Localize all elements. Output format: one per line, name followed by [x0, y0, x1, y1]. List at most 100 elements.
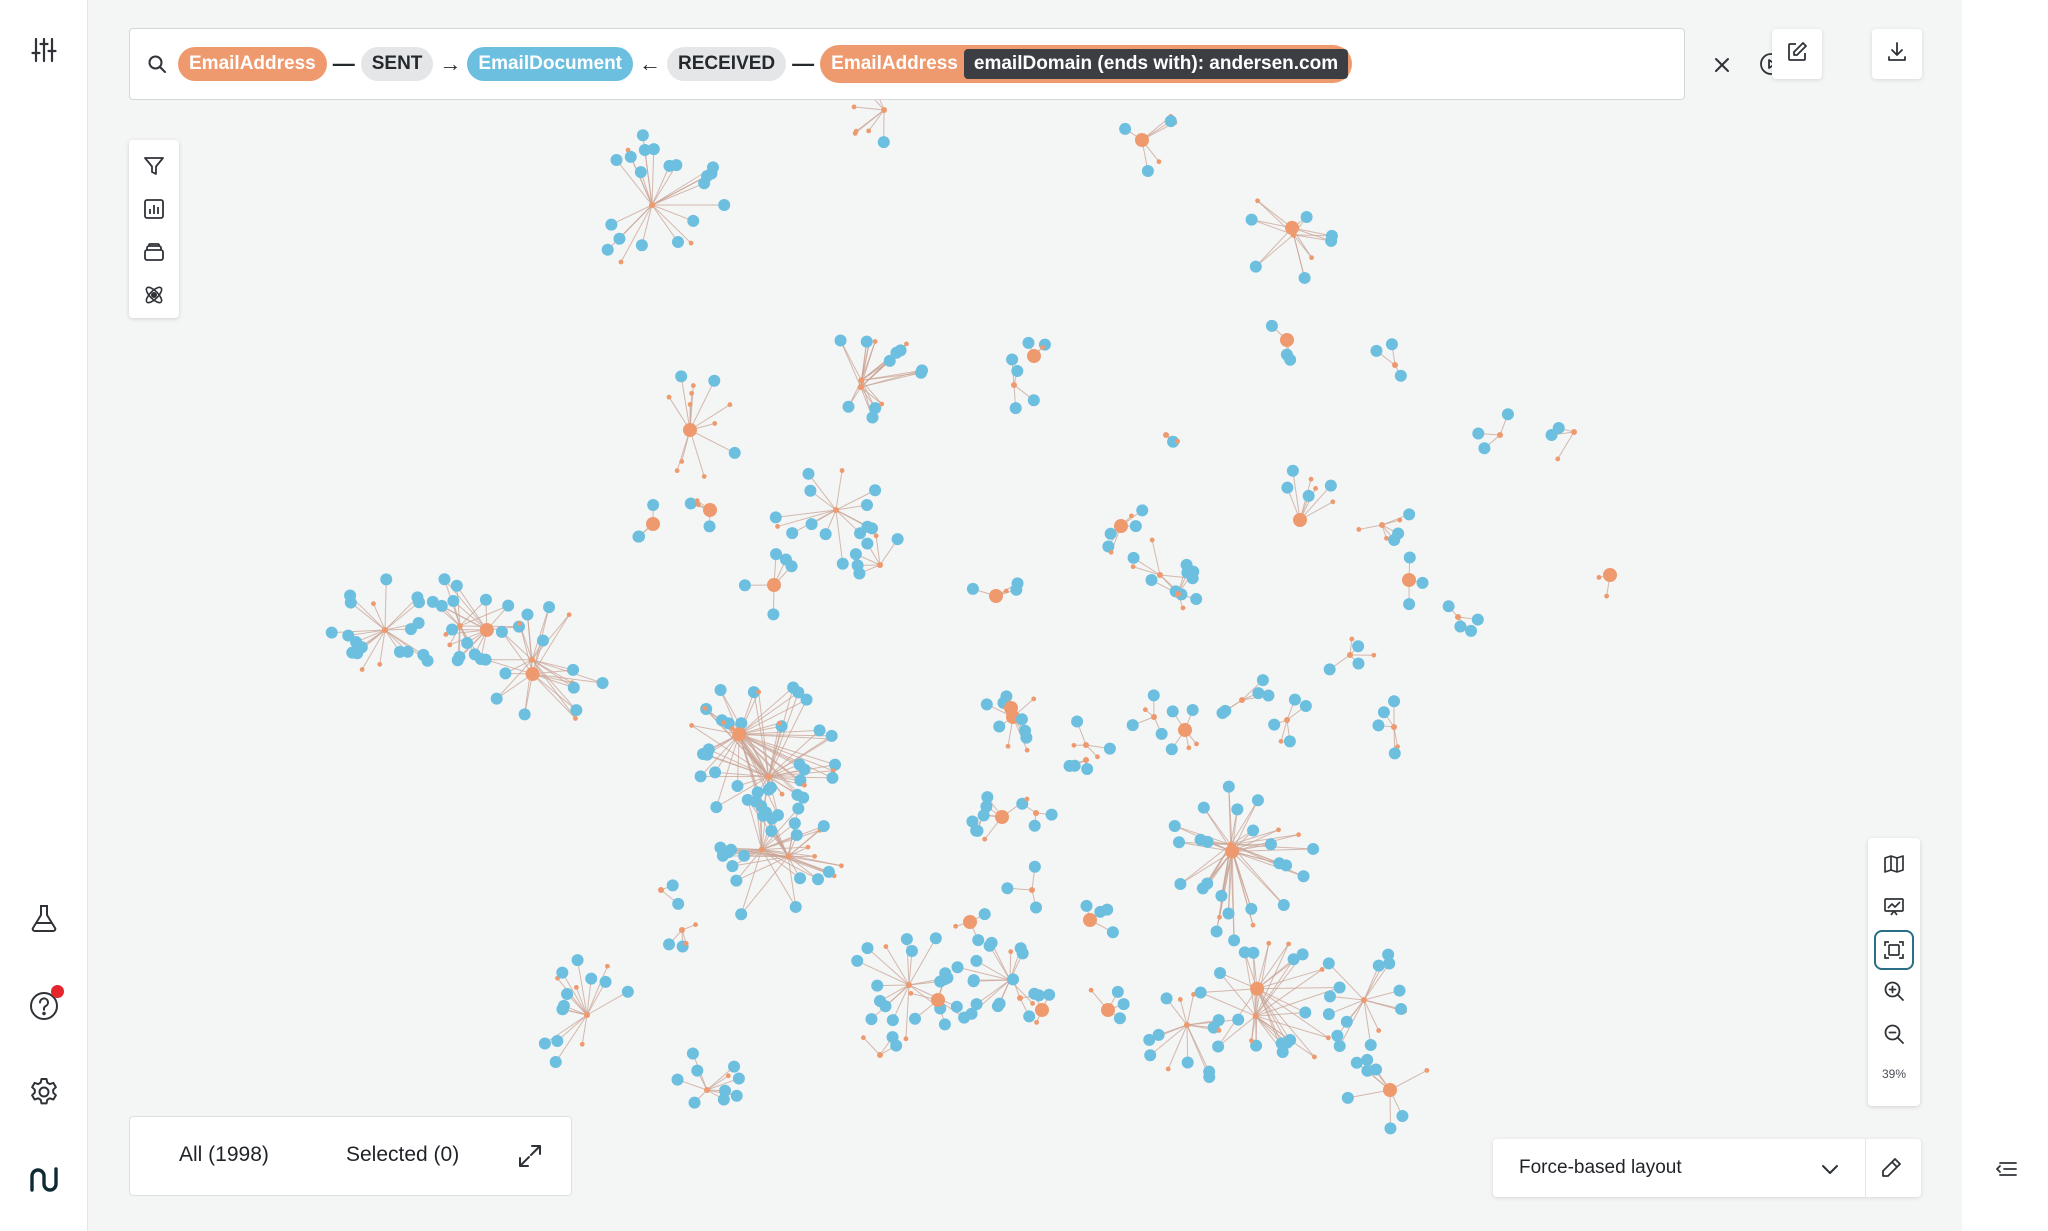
email-address-node[interactable] [1033, 810, 1039, 816]
email-address-node[interactable] [1130, 564, 1136, 570]
email-document-node[interactable] [1501, 408, 1514, 421]
email-address-node[interactable] [1165, 1066, 1171, 1072]
email-document-node[interactable] [1164, 115, 1177, 128]
layers-icon[interactable] [140, 238, 168, 266]
email-document-node[interactable] [718, 199, 731, 212]
email-address-node[interactable] [1083, 742, 1089, 748]
email-address-node[interactable] [1424, 1068, 1430, 1073]
email-document-node[interactable] [1256, 674, 1269, 687]
email-document-node[interactable] [1388, 534, 1401, 547]
email-document-node[interactable] [731, 779, 744, 792]
email-address-node[interactable] [702, 705, 708, 711]
email-document-node[interactable] [1166, 705, 1179, 718]
email-address-node[interactable] [1313, 485, 1318, 491]
email-address-node[interactable] [666, 394, 672, 400]
email-document-node[interactable] [1377, 706, 1390, 719]
email-document-node[interactable] [570, 704, 583, 717]
email-document-node[interactable] [1265, 319, 1278, 332]
email-document-node[interactable] [970, 954, 983, 967]
email-document-node[interactable] [802, 467, 815, 480]
email-address-node[interactable] [857, 384, 864, 391]
panel-toggle-icon[interactable] [1990, 1152, 2024, 1186]
email-document-node[interactable] [1297, 870, 1310, 883]
email-address-node[interactable] [1312, 1054, 1317, 1060]
email-document-node[interactable] [521, 608, 534, 621]
query-relationship-received[interactable]: RECEIVED [667, 47, 787, 81]
email-document-node[interactable] [1022, 336, 1035, 349]
email-document-node[interactable] [1136, 504, 1149, 517]
email-document-node[interactable] [624, 150, 637, 163]
email-address-node[interactable] [1347, 652, 1353, 658]
email-address-node[interactable] [1455, 614, 1461, 620]
email-address-node[interactable] [1184, 1022, 1190, 1028]
email-document-node[interactable] [730, 1089, 743, 1102]
email-document-node[interactable] [666, 879, 679, 892]
email-address-node[interactable] [688, 240, 694, 246]
email-address-node[interactable] [1175, 591, 1181, 597]
email-address-node[interactable] [1003, 588, 1009, 594]
email-document-node[interactable] [1231, 803, 1244, 816]
email-document-node[interactable] [601, 243, 614, 256]
email-address-node[interactable] [883, 944, 889, 949]
email-document-node[interactable] [874, 995, 887, 1008]
email-document-node[interactable] [1080, 899, 1093, 912]
email-document-node[interactable] [1264, 838, 1277, 851]
email-address-node[interactable] [1361, 997, 1367, 1003]
email-document-node[interactable] [991, 1000, 1004, 1013]
email-document-node[interactable] [1155, 727, 1168, 740]
expand-icon[interactable] [513, 1139, 547, 1173]
email-document-node[interactable] [610, 153, 623, 166]
email-address-node[interactable] [479, 622, 494, 637]
email-document-node[interactable] [1009, 402, 1022, 415]
email-address-node[interactable] [1280, 333, 1294, 347]
email-document-node[interactable] [826, 771, 839, 784]
query-bar[interactable]: EmailAddress — SENT → EmailDocument ← RE… [129, 28, 1782, 100]
email-document-node[interactable] [1222, 907, 1235, 920]
email-document-node[interactable] [1454, 620, 1467, 633]
email-document-node[interactable] [479, 593, 492, 606]
email-document-node[interactable] [1299, 1006, 1312, 1019]
email-document-node[interactable] [730, 874, 743, 887]
email-document-node[interactable] [1141, 164, 1154, 177]
email-document-node[interactable] [762, 783, 775, 796]
email-document-node[interactable] [1322, 1008, 1335, 1021]
query-condition-tag[interactable]: emailDomain (ends with): andersen.com [963, 49, 1349, 79]
email-document-node[interactable] [1045, 808, 1058, 821]
email-document-node[interactable] [1403, 551, 1416, 564]
email-address-node[interactable] [732, 727, 747, 742]
email-document-node[interactable] [1232, 1013, 1245, 1026]
email-address-node[interactable] [879, 401, 885, 407]
email-document-node[interactable] [1210, 925, 1223, 938]
email-address-node[interactable] [1349, 636, 1355, 642]
email-address-node[interactable] [1029, 887, 1035, 893]
email-document-node[interactable] [842, 400, 855, 413]
email-address-node[interactable] [1083, 913, 1097, 927]
email-document-node[interactable] [732, 1072, 745, 1085]
email-document-node[interactable] [905, 944, 918, 957]
email-document-node[interactable] [1165, 743, 1178, 756]
flask-icon[interactable] [22, 896, 66, 940]
email-document-node[interactable] [970, 824, 983, 837]
email-address-node[interactable] [1293, 513, 1307, 527]
email-document-node[interactable] [722, 846, 735, 859]
email-address-node[interactable] [852, 130, 858, 136]
email-address-node[interactable] [779, 791, 785, 797]
email-document-node[interactable] [1043, 988, 1056, 1001]
email-address-node[interactable] [1017, 995, 1023, 1001]
email-document-node[interactable] [790, 829, 803, 842]
email-document-node[interactable] [380, 573, 393, 586]
email-address-node[interactable] [1284, 717, 1290, 723]
email-document-node[interactable] [865, 1013, 878, 1026]
email-address-node[interactable] [1004, 701, 1018, 715]
email-document-node[interactable] [479, 653, 492, 666]
email-document-node[interactable] [1396, 1110, 1409, 1123]
email-document-node[interactable] [967, 975, 980, 988]
email-document-node[interactable] [1323, 990, 1336, 1003]
email-document-node[interactable] [791, 788, 804, 801]
email-document-node[interactable] [1215, 889, 1228, 902]
email-document-node[interactable] [900, 933, 913, 946]
email-document-node[interactable] [1416, 576, 1429, 589]
email-address-node[interactable] [517, 621, 523, 626]
email-document-node[interactable] [985, 936, 998, 949]
email-document-node[interactable] [1277, 899, 1290, 912]
